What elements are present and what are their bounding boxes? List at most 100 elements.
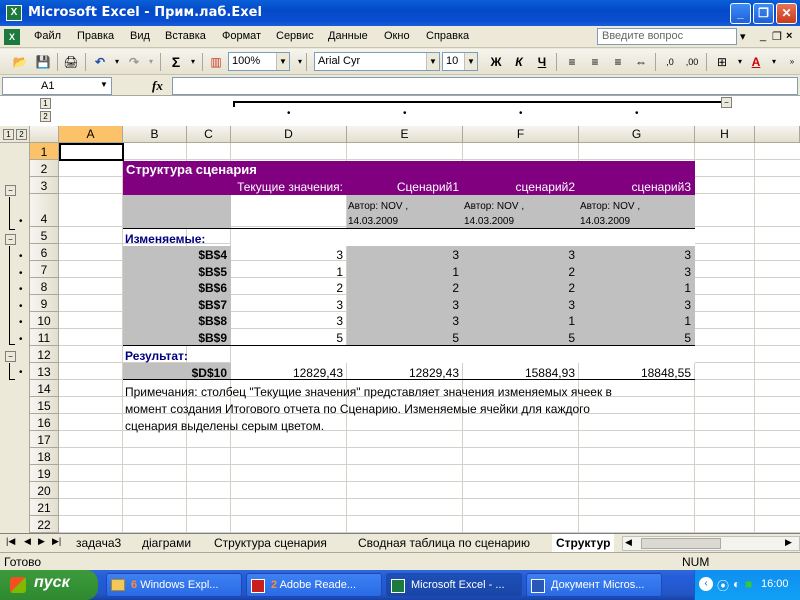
row-header-17[interactable]: 17 xyxy=(30,431,59,448)
task-adobe-reader[interactable]: 2 Adobe Reade... xyxy=(246,573,382,597)
row-header-20[interactable]: 20 xyxy=(30,482,59,499)
bold-button[interactable]: Ж xyxy=(486,52,506,72)
task-word[interactable]: Документ Micros... xyxy=(526,573,662,597)
row-header-1[interactable]: 1 xyxy=(30,143,59,160)
toolbar-options-icon[interactable]: ▾ xyxy=(290,52,310,72)
column-header-f[interactable]: F xyxy=(463,126,579,143)
select-all-button[interactable] xyxy=(30,126,59,143)
row-outline-level-1[interactable]: 1 xyxy=(3,129,14,140)
window-minimize-icon[interactable]: _ xyxy=(760,30,766,42)
menu-window[interactable]: Окно xyxy=(384,30,410,42)
scroll-right-icon[interactable]: ▶ xyxy=(785,537,792,548)
excel-app-icon[interactable]: X xyxy=(6,5,22,21)
autosum-dropdown-icon[interactable]: ▾ xyxy=(183,52,203,72)
scroll-thumb[interactable] xyxy=(641,538,721,549)
font-color-icon[interactable]: A xyxy=(746,52,766,72)
merge-center-icon[interactable]: ⇔ xyxy=(631,52,651,72)
sheet-tab-active[interactable]: Структур xyxy=(552,534,615,552)
row-group-collapse-button[interactable]: − xyxy=(5,351,16,362)
print-icon[interactable]: 🖨 xyxy=(61,52,81,72)
row-outline-level-2[interactable]: 2 xyxy=(16,129,27,140)
borders-icon[interactable]: ⊞ xyxy=(712,52,732,72)
menu-tools[interactable]: Сервис xyxy=(276,30,314,42)
chart-wizard-icon[interactable]: ▥ xyxy=(206,52,226,72)
row-group-collapse-button[interactable]: − xyxy=(5,234,16,245)
help-search-input[interactable]: Введите вопрос xyxy=(597,28,737,45)
column-header-c[interactable]: C xyxy=(187,126,231,143)
next-sheet-icon[interactable]: ▶ xyxy=(38,536,45,547)
name-box-dropdown-icon[interactable]: ▼ xyxy=(100,80,108,89)
align-left-icon[interactable]: ≡ xyxy=(562,52,582,72)
workbook-icon[interactable]: X xyxy=(4,29,20,45)
row-header-4[interactable]: 4 xyxy=(30,194,59,227)
increase-decimal-icon[interactable]: ,0 xyxy=(660,52,680,72)
tray-expand-icon[interactable]: ‹ xyxy=(699,577,713,591)
start-button[interactable]: пуск xyxy=(0,570,98,600)
first-sheet-icon[interactable]: |◀ xyxy=(6,536,15,547)
font-name-select[interactable]: Arial Cyr ▼ xyxy=(314,52,440,71)
column-header-g[interactable]: G xyxy=(579,126,695,143)
row-group-collapse-button[interactable]: − xyxy=(5,185,16,196)
tray-app-icon[interactable]: ■ xyxy=(745,577,752,591)
volume-icon[interactable]: ◐ xyxy=(733,577,740,591)
column-group-collapse-button[interactable]: − xyxy=(721,97,732,108)
name-box[interactable]: A1 xyxy=(2,77,112,95)
column-header-e[interactable]: E xyxy=(347,126,463,143)
row-header-8[interactable]: 8 xyxy=(30,278,59,295)
menu-view[interactable]: Вид xyxy=(130,30,150,42)
align-right-icon[interactable]: ≡ xyxy=(608,52,628,72)
font-dropdown-icon[interactable]: ▼ xyxy=(426,53,439,70)
row-header-9[interactable]: 9 xyxy=(30,295,59,312)
row-header-3[interactable]: 3 xyxy=(30,177,59,194)
help-dropdown-icon[interactable]: ▾ xyxy=(740,30,746,43)
column-header-a[interactable]: A xyxy=(59,126,123,143)
menu-data[interactable]: Данные xyxy=(328,30,368,42)
row-header-19[interactable]: 19 xyxy=(30,465,59,482)
open-icon[interactable]: 📂 xyxy=(10,52,30,72)
window-restore-icon[interactable]: ❐ xyxy=(772,30,782,43)
sheet-tab-pivot[interactable]: Сводная таблица по сценарию xyxy=(354,534,534,552)
column-header-b[interactable]: B xyxy=(123,126,187,143)
italic-button[interactable]: К xyxy=(509,52,529,72)
font-size-select[interactable]: 10 ▼ xyxy=(442,52,478,71)
network-icon[interactable]: ⦿ xyxy=(717,577,729,594)
menu-edit[interactable]: Правка xyxy=(77,30,114,42)
task-windows-explorer[interactable]: 6 Windows Expl... xyxy=(106,573,242,597)
last-sheet-icon[interactable]: ▶| xyxy=(52,536,61,547)
redo-dropdown-icon[interactable]: ▾ xyxy=(141,52,161,72)
sheet-tab-scenario-structure[interactable]: Структура сценария xyxy=(210,534,331,552)
restore-button[interactable]: ❐ xyxy=(753,3,774,24)
save-icon[interactable]: 💾 xyxy=(33,52,53,72)
menu-insert[interactable]: Вставка xyxy=(165,30,206,42)
prev-sheet-icon[interactable]: ◀ xyxy=(24,536,31,547)
row-header-7[interactable]: 7 xyxy=(30,261,59,278)
align-center-icon[interactable]: ≡ xyxy=(585,52,605,72)
row-header-13[interactable]: 13 xyxy=(30,363,59,380)
sheet-tab-task3[interactable]: задача3 xyxy=(72,534,125,552)
worksheet-grid[interactable]: 1 2 3 4 5 6 7 8 9 10 11 12 13 14 15 16 17 18 19 20 21 22 − • … xyxy=(0,143,800,533)
row-header-6[interactable]: 6 xyxy=(30,244,59,261)
zoom-dropdown-icon[interactable]: ▼ xyxy=(276,53,289,70)
row-header-11[interactable]: 11 xyxy=(30,329,59,346)
sheet-tab-diagrams[interactable]: діаграми xyxy=(138,534,195,552)
underline-button[interactable]: Ч xyxy=(532,52,552,72)
column-header-d[interactable]: D xyxy=(231,126,347,143)
column-outline-level-1[interactable]: 1 xyxy=(40,98,51,109)
zoom-select[interactable]: 100% ▼ xyxy=(228,52,290,71)
insert-function-icon[interactable]: fx xyxy=(152,78,163,94)
row-header-15[interactable]: 15 xyxy=(30,397,59,414)
row-header-14[interactable]: 14 xyxy=(30,380,59,397)
row-header-12[interactable]: 12 xyxy=(30,346,59,363)
font-color-dropdown-icon[interactable]: ▾ xyxy=(764,52,784,72)
row-header-18[interactable]: 18 xyxy=(30,448,59,465)
row-header-2[interactable]: 2 xyxy=(30,160,59,177)
size-dropdown-icon[interactable]: ▼ xyxy=(464,53,477,70)
task-excel[interactable]: Microsoft Excel - ... xyxy=(386,573,522,597)
column-header-next[interactable] xyxy=(755,126,800,143)
row-header-10[interactable]: 10 xyxy=(30,312,59,329)
row-header-16[interactable]: 16 xyxy=(30,414,59,431)
toolbar-overflow-icon[interactable]: » xyxy=(782,52,800,72)
minimize-button[interactable]: _ xyxy=(730,3,751,24)
row-header-22[interactable]: 22 xyxy=(30,516,59,533)
window-close-icon[interactable]: × xyxy=(786,30,792,42)
